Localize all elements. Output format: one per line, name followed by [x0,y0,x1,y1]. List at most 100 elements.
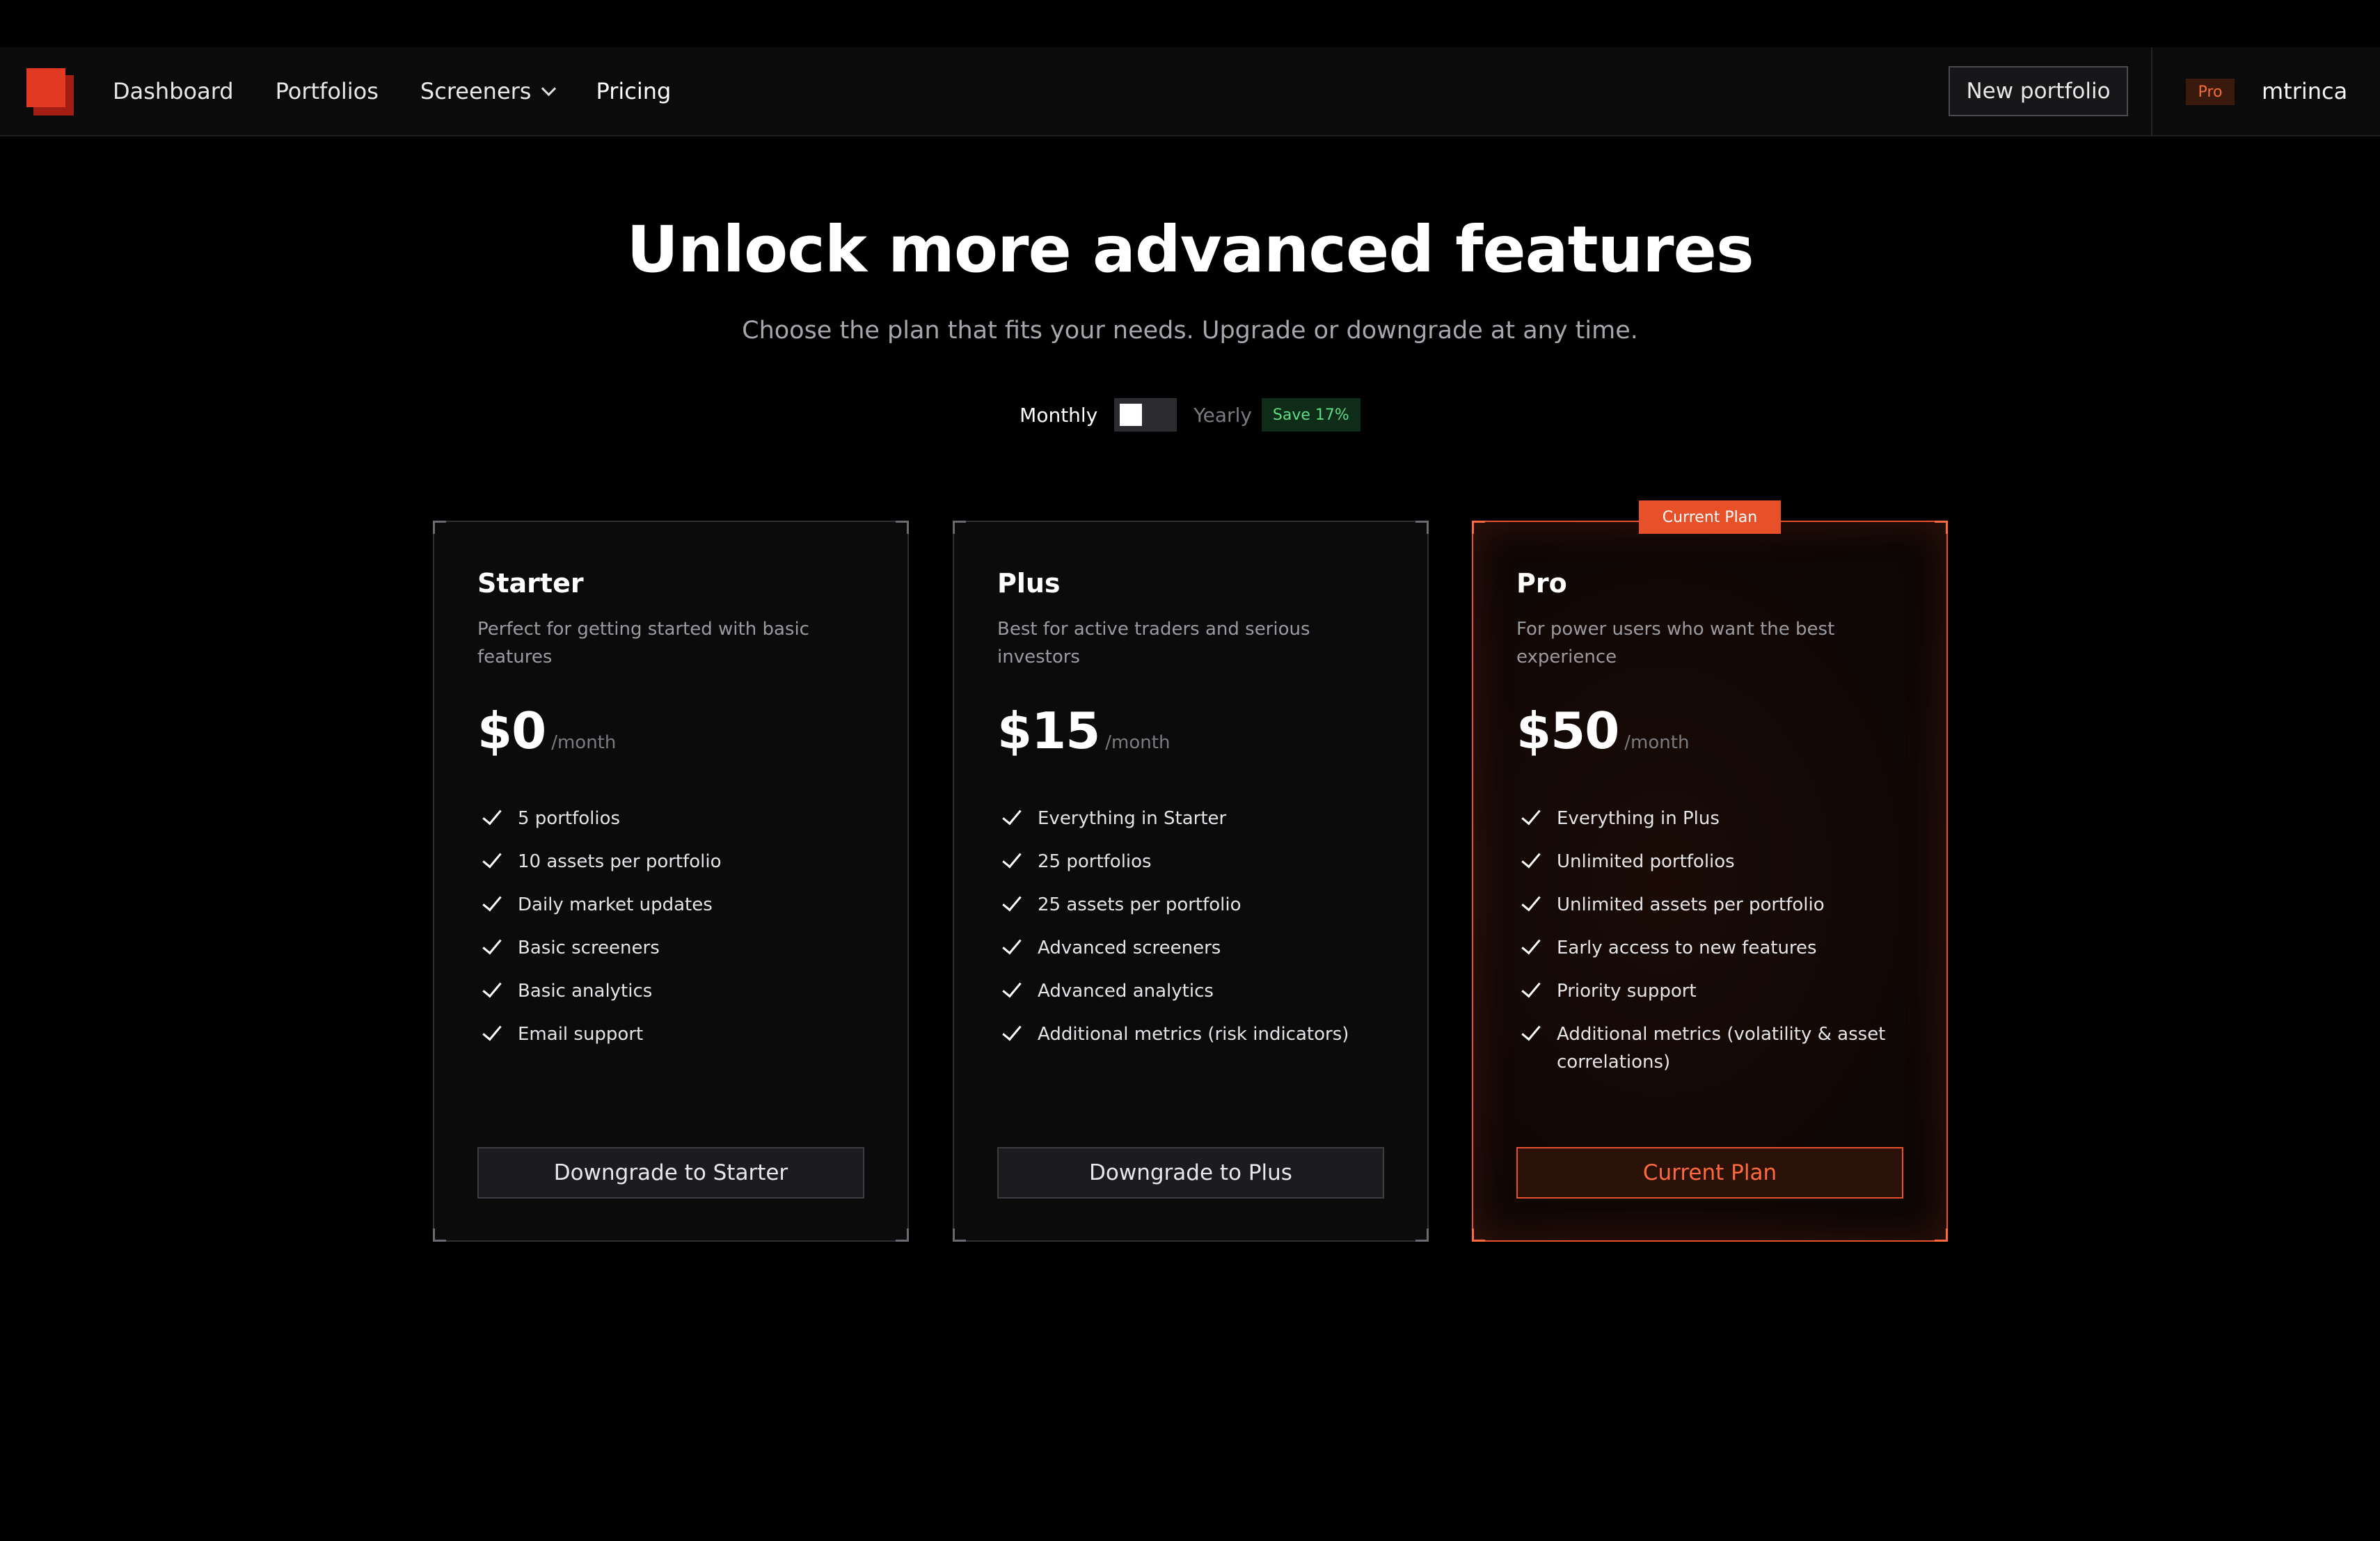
corner-accent [1472,1228,1485,1242]
feature-text: 5 portfolios [518,808,621,829]
feature-text: Early access to new features [1557,938,1817,958]
downgrade-plus-button[interactable]: Downgrade to Plus [997,1147,1384,1199]
plan-card-pro: Pro For power users who want the best ex… [1472,521,1948,1242]
check-icon [1521,805,1541,825]
corner-accent [896,521,909,534]
check-icon [1521,1020,1541,1041]
plan-description: Best for active traders and serious inve… [997,619,1310,667]
feature-list: 5 portfolios 10 assets per portfolio Dai… [477,805,874,1068]
feature-text: Everything in Plus [1557,808,1720,829]
plan-description: Perfect for getting started with basic f… [477,619,809,667]
nav-divider [2151,47,2152,135]
save-badge: Save 17% [1261,398,1360,432]
corner-accent [1935,521,1948,534]
page-title: Unlock more advanced features [626,212,1754,287]
tier-badge: Pro [2186,79,2235,105]
feature-text: Basic screeners [518,938,660,958]
plan-period: /month [1105,732,1171,753]
check-icon [1521,934,1541,955]
corner-accent [433,521,446,534]
feature-text: Everything in Starter [1038,808,1227,829]
price-row: $50 /month [1516,702,1689,760]
plan-period: /month [1624,732,1690,753]
feature-text: Daily market updates [518,894,713,915]
price-row: $15 /month [997,702,1170,760]
billing-switch[interactable] [1114,398,1177,432]
current-plan-button[interactable]: Current Plan [1516,1147,1903,1199]
check-icon [482,891,502,912]
check-icon [482,848,502,869]
plan-price: $50 [1516,702,1619,760]
plan-description: For power users who want the best experi… [1516,619,1835,667]
feature-item: Additional metrics (volatility & asset c… [1516,1020,1913,1076]
feature-text: Basic analytics [518,981,653,1002]
page-subtitle: Choose the plan that fits your needs. Up… [742,317,1638,345]
feature-text: Priority support [1557,981,1697,1002]
check-icon [482,1020,502,1041]
check-icon [482,977,502,998]
nav-screeners-label: Screeners [420,78,532,104]
feature-text: Unlimited assets per portfolio [1557,894,1825,915]
feature-item: Priority support [1516,977,1913,1005]
feature-item: Unlimited assets per portfolio [1516,891,1913,919]
feature-item: Early access to new features [1516,934,1913,962]
check-icon [1521,848,1541,869]
feature-item: Additional metrics (risk indicators) [997,1020,1394,1048]
monthly-label[interactable]: Monthly [1020,404,1097,427]
check-icon [482,934,502,955]
plan-card-plus: Plus Best for active traders and serious… [953,521,1429,1242]
top-navbar: Dashboard Portfolios Screeners Pricing N… [0,47,2380,136]
feature-item: Advanced screeners [997,934,1394,962]
check-icon [1002,805,1022,825]
current-plan-tag: Current Plan [1639,500,1781,534]
plan-card-starter: Starter Perfect for getting started with… [433,521,909,1242]
check-icon [482,805,502,825]
corner-accent [953,1228,966,1242]
check-icon [1002,1020,1022,1041]
corner-accent [1415,1228,1429,1242]
nav-portfolios[interactable]: Portfolios [276,78,379,104]
feature-text: Email support [518,1024,644,1045]
feature-text: Advanced analytics [1038,981,1214,1002]
feature-item: Everything in Plus [1516,805,1913,832]
feature-item: 10 assets per portfolio [477,848,874,876]
check-icon [1002,934,1022,955]
check-icon [1002,891,1022,912]
feature-item: Unlimited portfolios [1516,848,1913,876]
check-icon [1002,848,1022,869]
feature-text: 25 assets per portfolio [1038,894,1241,915]
feature-item: 25 assets per portfolio [997,891,1394,919]
plan-name: Starter [477,568,584,599]
feature-item: 25 portfolios [997,848,1394,876]
chevron-down-icon [541,81,557,96]
feature-text: Advanced screeners [1038,938,1221,958]
downgrade-starter-button[interactable]: Downgrade to Starter [477,1147,864,1199]
new-portfolio-button[interactable]: New portfolio [1949,66,2128,116]
app-logo[interactable] [26,68,74,116]
plan-name: Plus [997,568,1061,599]
feature-text: Unlimited portfolios [1557,851,1735,872]
nav-dashboard[interactable]: Dashboard [113,78,234,104]
feature-item: Basic screeners [477,934,874,962]
plan-name: Pro [1516,568,1567,599]
corner-accent [896,1228,909,1242]
feature-text: Additional metrics (risk indicators) [1038,1024,1349,1045]
nav-screeners[interactable]: Screeners [420,78,557,104]
switch-knob [1120,404,1143,426]
plan-price: $0 [477,702,546,760]
corner-accent [1472,521,1485,534]
nav-pricing[interactable]: Pricing [596,78,671,104]
billing-toggle: Monthly Yearly Save 17% [0,397,2380,433]
check-icon [1521,891,1541,912]
user-menu[interactable]: mtrinca [2262,47,2347,135]
corner-accent [1935,1228,1948,1242]
feature-list: Everything in Starter 25 portfolios 25 a… [997,805,1394,1068]
plan-period: /month [551,732,617,753]
yearly-label[interactable]: Yearly [1193,404,1252,427]
nav-links: Dashboard Portfolios Screeners Pricing [113,47,713,135]
feature-item: Everything in Starter [997,805,1394,832]
feature-text: 10 assets per portfolio [518,851,722,872]
price-row: $0 /month [477,702,616,760]
feature-text: Additional metrics (volatility & asset c… [1557,1024,1886,1073]
feature-item: Advanced analytics [997,977,1394,1005]
